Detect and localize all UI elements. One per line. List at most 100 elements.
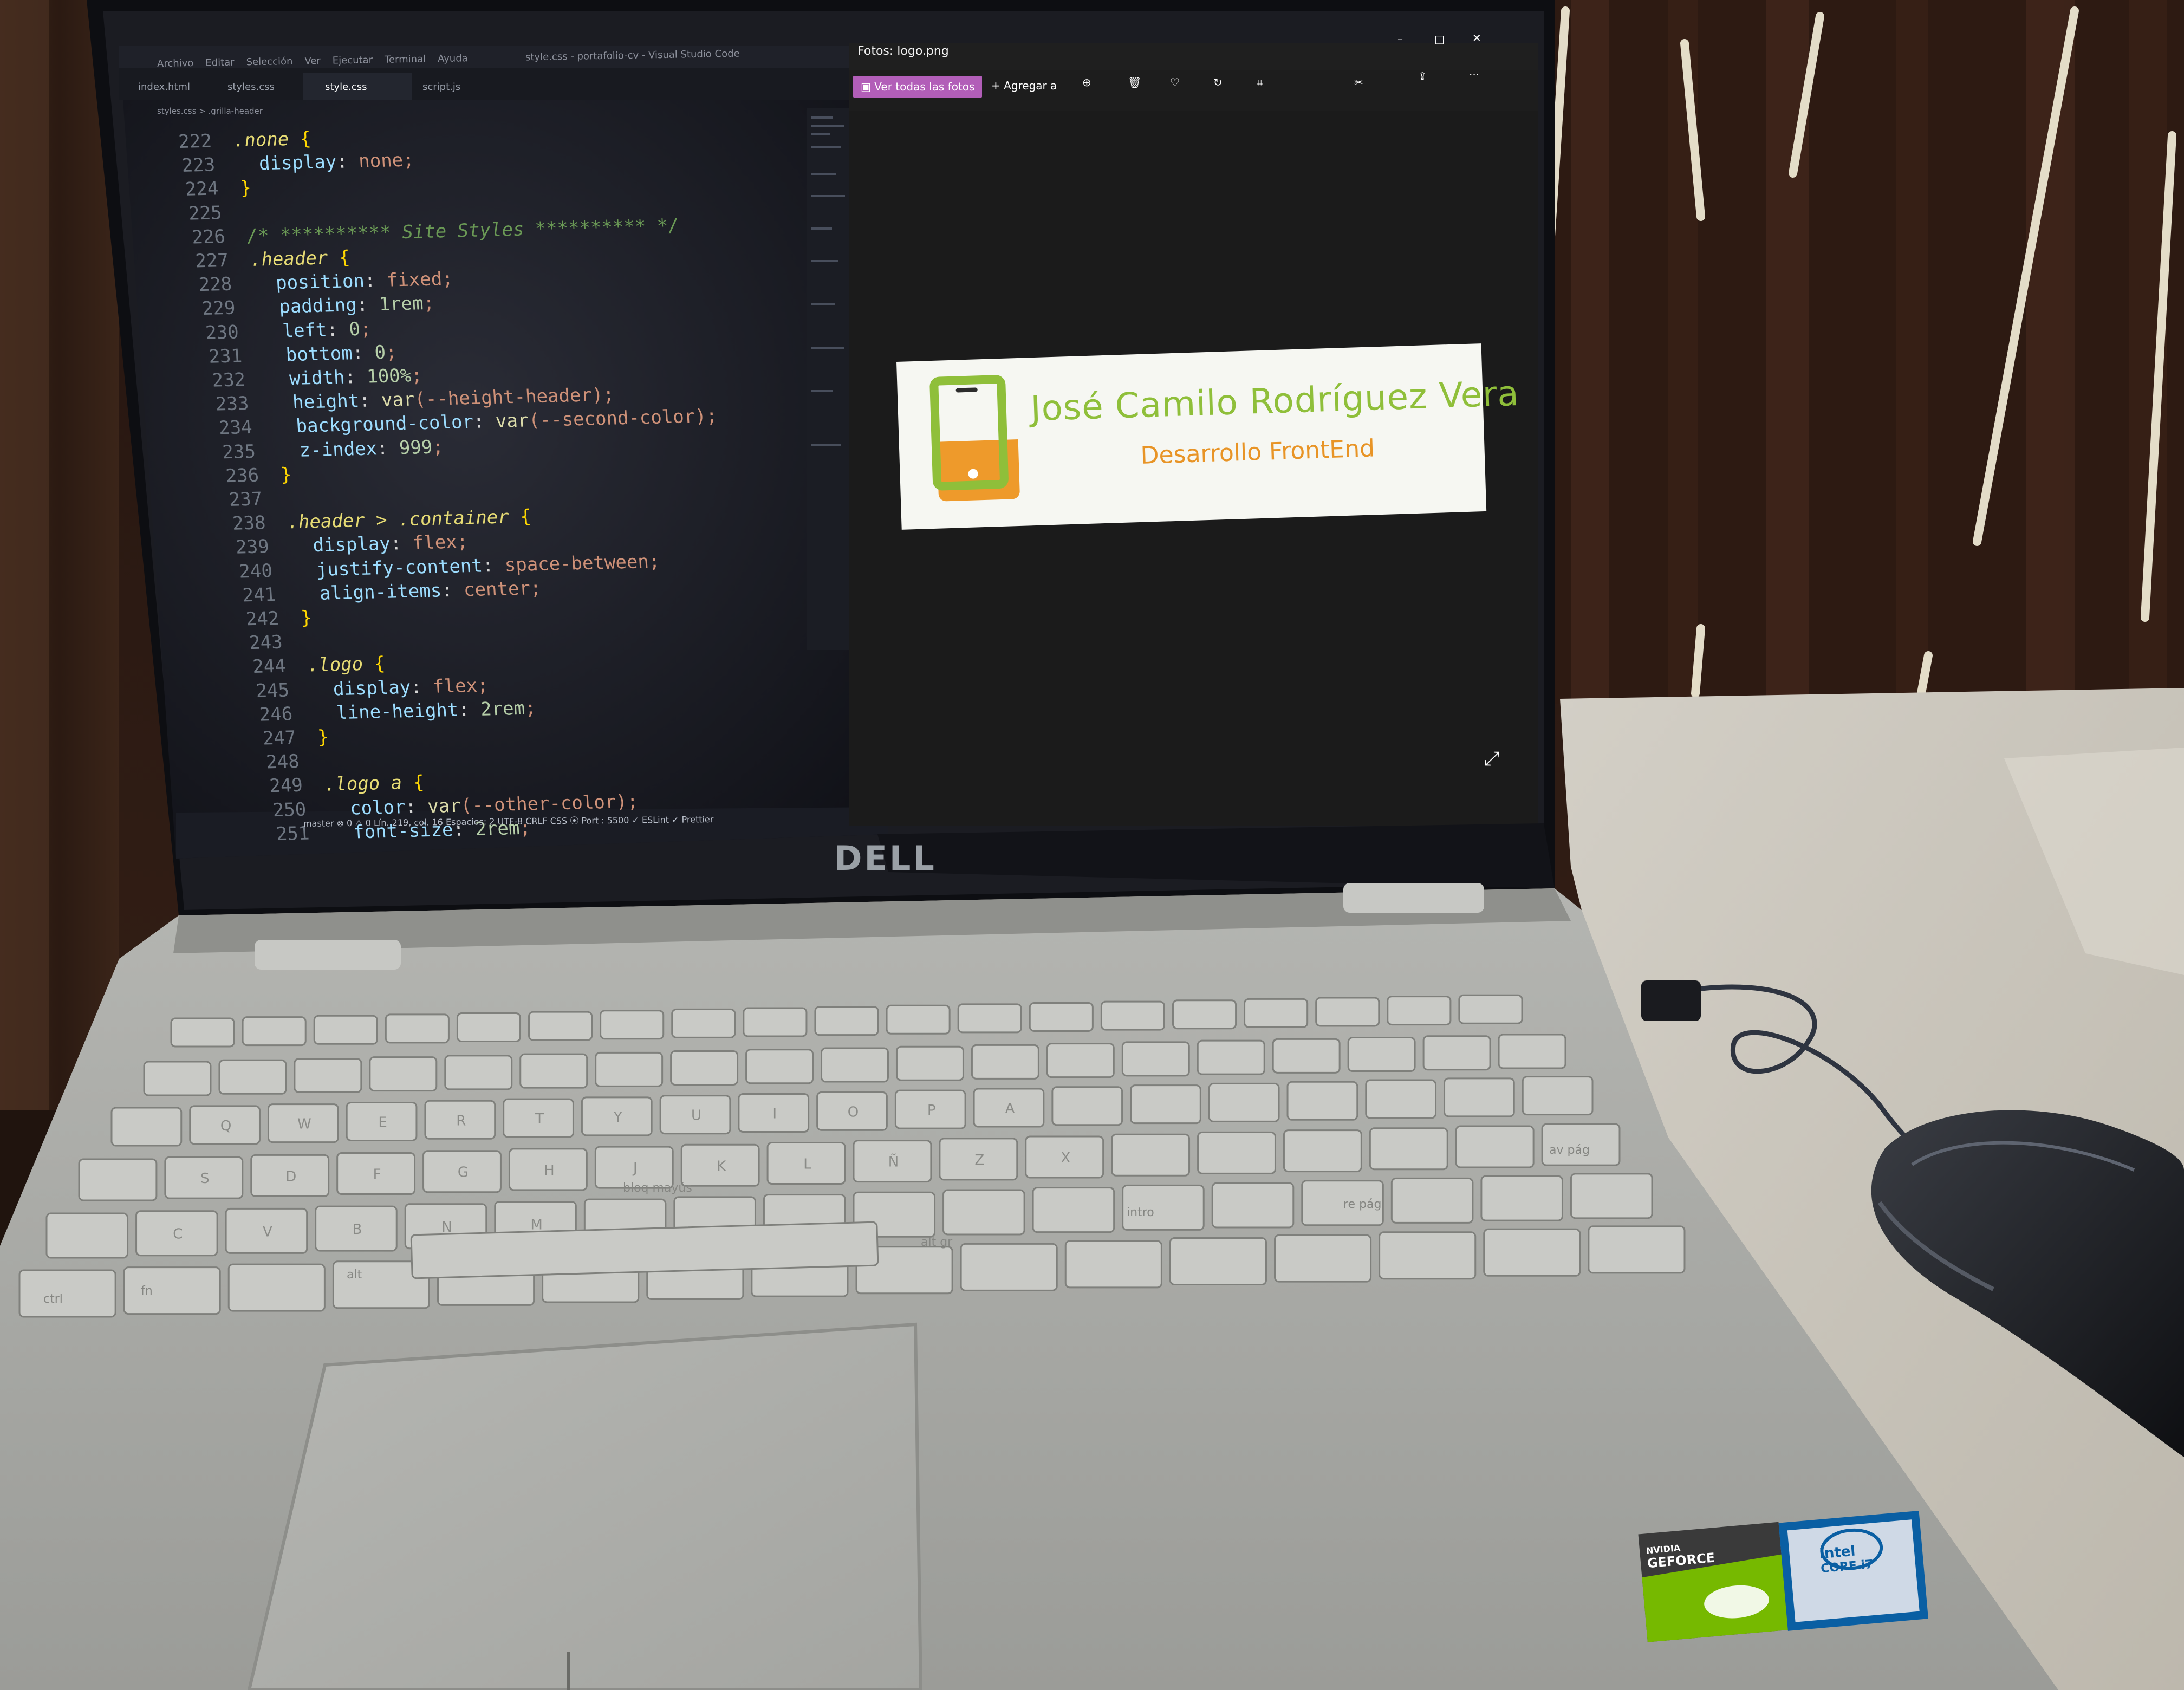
line-number: 240 xyxy=(238,560,274,583)
code-text: .header { xyxy=(249,246,351,271)
add-to-button[interactable]: + Agregar a xyxy=(991,79,1057,92)
line-number: 222 xyxy=(178,130,213,153)
code-line[interactable]: 236} xyxy=(204,463,292,489)
key xyxy=(1588,1225,1686,1274)
line-number: 226 xyxy=(191,225,226,249)
key xyxy=(1498,1034,1566,1069)
line-number: 232 xyxy=(211,369,246,392)
key-label: L xyxy=(803,1156,811,1172)
close-icon[interactable]: ✕ xyxy=(1472,31,1481,44)
code-text: .header > .container { xyxy=(287,505,532,534)
code-line[interactable]: 237 xyxy=(207,486,285,512)
key xyxy=(1369,1127,1448,1171)
favorite-icon[interactable]: ♡ xyxy=(1170,76,1180,89)
key xyxy=(1483,1228,1581,1277)
key xyxy=(1315,997,1380,1027)
line-number: 224 xyxy=(184,178,219,201)
key xyxy=(313,1015,378,1045)
key-label: W xyxy=(297,1116,311,1133)
dell-logo: DELL xyxy=(834,838,937,878)
key xyxy=(1032,1187,1115,1233)
code-text: .logo { xyxy=(307,653,386,677)
code-editor[interactable]: 222 .none {223 display: none; 224} 225 226/*… xyxy=(0,0,744,845)
code-line[interactable]: 248 xyxy=(244,749,322,775)
key-label: Q xyxy=(220,1118,231,1134)
crop-icon[interactable]: ⌗ xyxy=(1257,76,1263,89)
line-number: 249 xyxy=(269,775,304,797)
maximize-icon[interactable]: □ xyxy=(1434,32,1445,46)
code-text: line-height: 2rem; xyxy=(335,697,537,724)
line-number: 244 xyxy=(252,655,287,678)
code-line[interactable]: 249 .logo a { xyxy=(248,771,425,799)
key xyxy=(1458,994,1523,1024)
see-all-photos-button[interactable]: ▣ Ver todas las fotos xyxy=(853,76,983,98)
key xyxy=(743,1007,808,1037)
key xyxy=(294,1057,362,1093)
code-line[interactable]: 243 xyxy=(227,630,305,655)
code-text: padding: 1rem; xyxy=(278,292,435,318)
key-label: intro xyxy=(1127,1206,1154,1219)
key xyxy=(1197,1039,1265,1075)
key xyxy=(971,1044,1039,1080)
line-number: 241 xyxy=(242,583,277,607)
share-icon[interactable]: ⇪ xyxy=(1418,69,1427,82)
key-label: bloq mayús xyxy=(623,1181,692,1195)
key-label: H xyxy=(544,1162,555,1179)
key xyxy=(1100,1000,1165,1031)
more-options-button[interactable]: ··· xyxy=(1469,68,1479,81)
key xyxy=(1286,1081,1358,1121)
edit-icon[interactable]: ✂ xyxy=(1354,76,1363,89)
key-label: S xyxy=(200,1171,210,1187)
key xyxy=(814,1006,879,1036)
code-text: align-items: center; xyxy=(318,577,542,604)
key xyxy=(957,1003,1022,1034)
minimize-icon[interactable]: – xyxy=(1398,32,1403,46)
code-line[interactable]: 226 /* ********** Site Styles ********** … xyxy=(171,213,680,250)
code-line[interactable]: 224} xyxy=(164,176,252,202)
key xyxy=(745,1049,814,1084)
key xyxy=(1111,1133,1191,1176)
key xyxy=(1283,1129,1362,1173)
key xyxy=(110,1107,183,1147)
code-line[interactable]: 244 .logo { xyxy=(231,652,386,679)
key xyxy=(456,1012,522,1042)
key xyxy=(1455,1125,1535,1168)
key-label: N xyxy=(441,1219,452,1236)
code-text: .logo a { xyxy=(323,771,425,796)
key xyxy=(821,1047,889,1083)
fullscreen-icon[interactable]: ⤢ xyxy=(1484,748,1500,770)
code-line[interactable]: 225 xyxy=(167,200,244,226)
key-label: X xyxy=(1061,1150,1070,1166)
key-label: re pág xyxy=(1343,1198,1382,1211)
rotate-icon[interactable]: ↻ xyxy=(1213,76,1223,89)
key-label: alt gr xyxy=(921,1236,953,1249)
key-label: O xyxy=(848,1104,859,1120)
code-line[interactable]: 227 .header { xyxy=(174,245,351,274)
delete-icon[interactable]: 🗑 xyxy=(1128,76,1141,89)
key xyxy=(123,1266,221,1315)
code-text: } xyxy=(239,177,252,199)
code-line[interactable]: 242} xyxy=(224,606,313,632)
line-number: 231 xyxy=(208,345,243,368)
code-line[interactable]: 222 .none { xyxy=(157,127,312,154)
line-number: 243 xyxy=(248,631,283,654)
code-text: } xyxy=(317,726,330,749)
line-number: 228 xyxy=(198,273,233,296)
code-text: display: flex; xyxy=(332,674,489,700)
key-label: Ñ xyxy=(888,1153,899,1171)
key xyxy=(1390,1177,1474,1224)
key xyxy=(1211,1182,1295,1228)
line-number: 230 xyxy=(205,321,239,344)
intel-sticker-label: intel CORE i7 xyxy=(1818,1543,1874,1576)
key xyxy=(1480,1175,1563,1221)
key xyxy=(1365,1079,1437,1119)
zoom-icon[interactable]: ⊕ xyxy=(1082,76,1091,89)
line-number: 225 xyxy=(187,202,223,225)
key xyxy=(46,1212,129,1259)
key-label: Y xyxy=(613,1109,622,1126)
code-text: display: flex; xyxy=(312,531,469,557)
code-text: bottom: 0; xyxy=(285,341,398,366)
code-line[interactable]: 247} xyxy=(241,725,329,751)
